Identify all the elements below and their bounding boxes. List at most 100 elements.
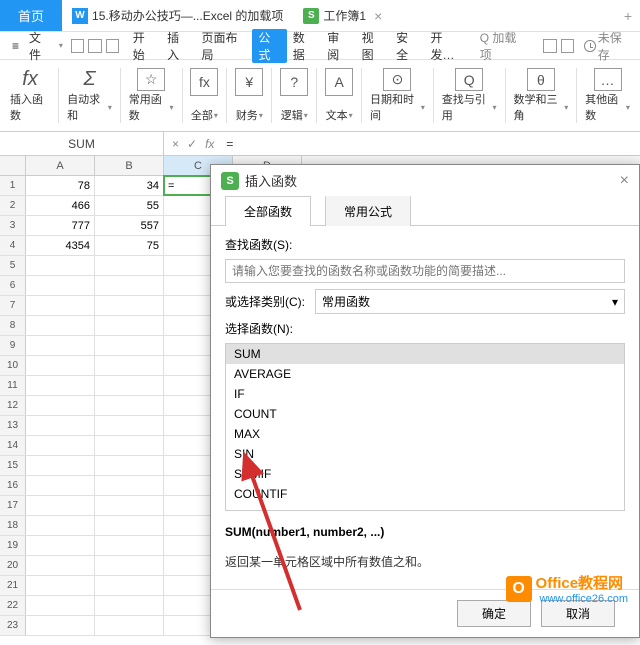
ribbon-tab-2[interactable]: 页面布局 bbox=[196, 29, 253, 63]
dialog-close-icon[interactable]: × bbox=[620, 172, 629, 190]
row-header[interactable]: 8 bbox=[0, 316, 26, 335]
row-header[interactable]: 23 bbox=[0, 616, 26, 635]
cell-A22[interactable] bbox=[26, 596, 95, 615]
cell-B18[interactable] bbox=[95, 516, 164, 535]
row-header[interactable]: 11 bbox=[0, 376, 26, 395]
ribbon-tab-6[interactable]: 视图 bbox=[356, 29, 390, 63]
row-header[interactable]: 16 bbox=[0, 476, 26, 495]
function-item[interactable]: MAX bbox=[226, 424, 624, 444]
ribbon-group-3[interactable]: fx全部▾ bbox=[184, 64, 224, 127]
tab-document[interactable]: W 15.移动办公技巧—...Excel 的加载项 bbox=[62, 0, 293, 31]
ribbon-group-10[interactable]: …其他函数▾ bbox=[579, 64, 636, 127]
row-header[interactable]: 1 bbox=[0, 176, 26, 195]
cell-A7[interactable] bbox=[26, 296, 95, 315]
cell-A3[interactable]: 777 bbox=[26, 216, 95, 235]
row-header[interactable]: 18 bbox=[0, 516, 26, 535]
cell-A23[interactable] bbox=[26, 616, 95, 635]
cell-B22[interactable] bbox=[95, 596, 164, 615]
ribbon-group-7[interactable]: ⊙日期和时间▾ bbox=[364, 64, 431, 127]
ribbon-group-9[interactable]: θ数学和三角▾ bbox=[507, 64, 574, 127]
add-tab-button[interactable]: + bbox=[616, 8, 640, 24]
cell-B10[interactable] bbox=[95, 356, 164, 375]
ribbon-group-2[interactable]: ☆常用函数▾ bbox=[123, 64, 180, 127]
accept-formula-icon[interactable]: ✓ bbox=[183, 137, 201, 151]
tool-icon-1[interactable] bbox=[543, 39, 556, 53]
cell-B15[interactable] bbox=[95, 456, 164, 475]
cell-A14[interactable] bbox=[26, 436, 95, 455]
cell-B3[interactable]: 557 bbox=[95, 216, 164, 235]
cell-A2[interactable]: 466 bbox=[26, 196, 95, 215]
print-icon[interactable] bbox=[88, 39, 101, 53]
row-header[interactable]: 14 bbox=[0, 436, 26, 455]
addon-label[interactable]: Q 加载项 bbox=[480, 29, 526, 63]
name-box[interactable]: SUM bbox=[0, 132, 164, 155]
row-header[interactable]: 10 bbox=[0, 356, 26, 375]
cell-B11[interactable] bbox=[95, 376, 164, 395]
cell-B13[interactable] bbox=[95, 416, 164, 435]
function-list[interactable]: SUMAVERAGEIFCOUNTMAXSINSUMIFCOUNTIF bbox=[225, 343, 625, 511]
col-header-B[interactable]: B bbox=[95, 156, 164, 175]
preview-icon[interactable] bbox=[106, 39, 119, 53]
ribbon-tab-3[interactable]: 公式 bbox=[252, 29, 286, 63]
cell-A21[interactable] bbox=[26, 576, 95, 595]
cell-B4[interactable]: 75 bbox=[95, 236, 164, 255]
ribbon-tab-7[interactable]: 安全 bbox=[390, 29, 424, 63]
col-header-A[interactable]: A bbox=[26, 156, 95, 175]
cell-A20[interactable] bbox=[26, 556, 95, 575]
ribbon-group-6[interactable]: A文本▾ bbox=[319, 64, 359, 127]
select-all-corner[interactable] bbox=[0, 156, 26, 175]
cell-B5[interactable] bbox=[95, 256, 164, 275]
file-menu[interactable]: 文件 bbox=[23, 29, 58, 63]
search-input[interactable] bbox=[225, 259, 625, 283]
tab-home[interactable]: 首页 bbox=[0, 0, 62, 31]
cell-A13[interactable] bbox=[26, 416, 95, 435]
ribbon-tab-1[interactable]: 插入 bbox=[161, 29, 195, 63]
cell-B6[interactable] bbox=[95, 276, 164, 295]
menu-dropdown-icon[interactable]: ≡ bbox=[8, 39, 23, 53]
cell-A1[interactable]: 78 bbox=[26, 176, 95, 195]
cell-A12[interactable] bbox=[26, 396, 95, 415]
ribbon-tab-8[interactable]: 开发… bbox=[424, 29, 470, 63]
row-header[interactable]: 20 bbox=[0, 556, 26, 575]
cancel-formula-icon[interactable]: × bbox=[168, 137, 183, 151]
ribbon-group-8[interactable]: Q查找与引用▾ bbox=[436, 64, 503, 127]
function-item[interactable]: SUMIF bbox=[226, 464, 624, 484]
cell-A16[interactable] bbox=[26, 476, 95, 495]
row-header[interactable]: 7 bbox=[0, 296, 26, 315]
cell-B9[interactable] bbox=[95, 336, 164, 355]
cell-B1[interactable]: 34 bbox=[95, 176, 164, 195]
row-header[interactable]: 3 bbox=[0, 216, 26, 235]
fx-icon[interactable]: fx bbox=[201, 137, 218, 151]
cell-A4[interactable]: 4354 bbox=[26, 236, 95, 255]
function-item[interactable]: COUNT bbox=[226, 404, 624, 424]
cell-A10[interactable] bbox=[26, 356, 95, 375]
ribbon-group-4[interactable]: ¥财务▾ bbox=[229, 64, 269, 127]
row-header[interactable]: 12 bbox=[0, 396, 26, 415]
cell-B8[interactable] bbox=[95, 316, 164, 335]
cell-B16[interactable] bbox=[95, 476, 164, 495]
cell-A19[interactable] bbox=[26, 536, 95, 555]
function-item[interactable]: SUM bbox=[226, 344, 624, 364]
ribbon-group-0[interactable]: fx插入函数 bbox=[4, 64, 56, 127]
row-header[interactable]: 17 bbox=[0, 496, 26, 515]
cell-B23[interactable] bbox=[95, 616, 164, 635]
ribbon-tab-0[interactable]: 开始 bbox=[127, 29, 161, 63]
row-header[interactable]: 21 bbox=[0, 576, 26, 595]
cell-A11[interactable] bbox=[26, 376, 95, 395]
cell-B12[interactable] bbox=[95, 396, 164, 415]
cell-A8[interactable] bbox=[26, 316, 95, 335]
cell-A18[interactable] bbox=[26, 516, 95, 535]
row-header[interactable]: 6 bbox=[0, 276, 26, 295]
function-item[interactable]: SIN bbox=[226, 444, 624, 464]
cell-B20[interactable] bbox=[95, 556, 164, 575]
tab-common-formulas[interactable]: 常用公式 bbox=[325, 196, 411, 226]
cell-B17[interactable] bbox=[95, 496, 164, 515]
cell-B2[interactable]: 55 bbox=[95, 196, 164, 215]
cell-A15[interactable] bbox=[26, 456, 95, 475]
row-header[interactable]: 15 bbox=[0, 456, 26, 475]
close-tab-icon[interactable]: × bbox=[366, 8, 390, 24]
cell-A17[interactable] bbox=[26, 496, 95, 515]
row-header[interactable]: 13 bbox=[0, 416, 26, 435]
cell-B21[interactable] bbox=[95, 576, 164, 595]
function-item[interactable]: IF bbox=[226, 384, 624, 404]
